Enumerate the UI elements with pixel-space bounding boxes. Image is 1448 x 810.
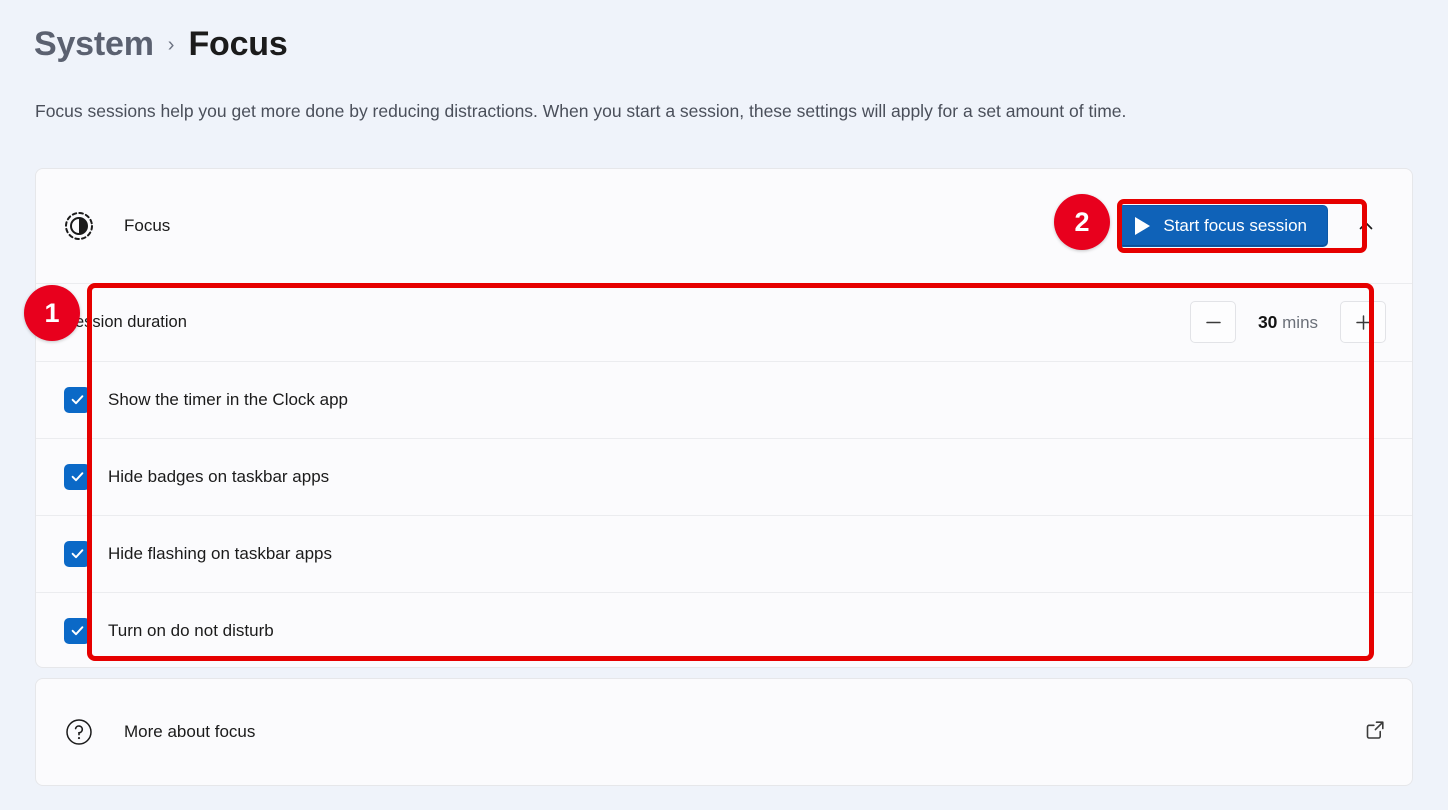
page-description: Focus sessions help you get more done by… bbox=[35, 101, 1127, 121]
checkbox-hide-badges[interactable]: Hide badges on taskbar apps bbox=[64, 463, 330, 490]
session-duration-stepper: 30 mins bbox=[1190, 301, 1386, 343]
checkbox-row-hide-badges[interactable]: Hide badges on taskbar apps bbox=[36, 438, 1412, 515]
more-about-focus-card[interactable]: More about focus bbox=[35, 678, 1413, 786]
more-about-focus-label: More about focus bbox=[124, 722, 256, 741]
checkbox-row-do-not-disturb[interactable]: Turn on do not disturb bbox=[36, 592, 1412, 667]
annotation-badge-2: 2 bbox=[1054, 194, 1110, 250]
play-icon bbox=[1135, 217, 1151, 235]
breadcrumb-parent-system[interactable]: System bbox=[34, 27, 154, 61]
checkbox-label: Hide flashing on taskbar apps bbox=[108, 543, 332, 563]
focus-label: Focus bbox=[124, 216, 171, 235]
page-title: Focus bbox=[188, 25, 288, 63]
focus-settings-card: Focus Start focus session Session durati… bbox=[35, 168, 1413, 668]
focus-expander-header[interactable]: Focus Start focus session bbox=[36, 169, 1412, 283]
annotation-badge-1: 1 bbox=[24, 285, 80, 341]
plus-icon[interactable] bbox=[1340, 301, 1386, 343]
checkbox-label: Show the timer in the Clock app bbox=[108, 389, 349, 409]
checkbox-checked-icon[interactable] bbox=[64, 463, 90, 490]
checkbox-checked-icon[interactable] bbox=[64, 540, 90, 567]
session-duration-row: Session duration 30 mins bbox=[36, 283, 1412, 361]
minus-icon[interactable] bbox=[1190, 301, 1236, 343]
session-duration-number: 30 bbox=[1257, 311, 1278, 332]
checkbox-checked-icon[interactable] bbox=[64, 617, 90, 644]
chevron-up-icon[interactable] bbox=[1346, 206, 1386, 246]
more-about-focus-row[interactable]: More about focus bbox=[36, 679, 1412, 785]
checkbox-hide-flashing[interactable]: Hide flashing on taskbar apps bbox=[64, 540, 332, 567]
start-focus-session-label: Start focus session bbox=[1163, 216, 1307, 235]
session-duration-unit: mins bbox=[1282, 312, 1319, 332]
checkbox-label: Turn on do not disturb bbox=[108, 620, 274, 640]
external-link-icon[interactable] bbox=[1364, 719, 1386, 746]
settings-focus-page: System › Focus Focus sessions help you g… bbox=[0, 0, 1448, 810]
checkbox-row-hide-flashing[interactable]: Hide flashing on taskbar apps bbox=[36, 515, 1412, 592]
start-focus-session-button[interactable]: Start focus session bbox=[1118, 205, 1328, 247]
checkbox-show-timer[interactable]: Show the timer in the Clock app bbox=[64, 386, 349, 413]
session-duration-value: 30 mins bbox=[1236, 312, 1340, 333]
checkbox-label: Hide badges on taskbar apps bbox=[108, 466, 330, 486]
help-circle-icon bbox=[64, 718, 94, 746]
checkbox-do-not-disturb[interactable]: Turn on do not disturb bbox=[64, 617, 274, 644]
checkbox-checked-icon[interactable] bbox=[64, 386, 90, 413]
focus-icon bbox=[64, 211, 94, 241]
session-duration-label: Session duration bbox=[64, 312, 187, 331]
breadcrumb: System › Focus bbox=[34, 20, 288, 68]
checkbox-row-show-timer[interactable]: Show the timer in the Clock app bbox=[36, 361, 1412, 438]
breadcrumb-separator-icon: › bbox=[167, 34, 175, 56]
